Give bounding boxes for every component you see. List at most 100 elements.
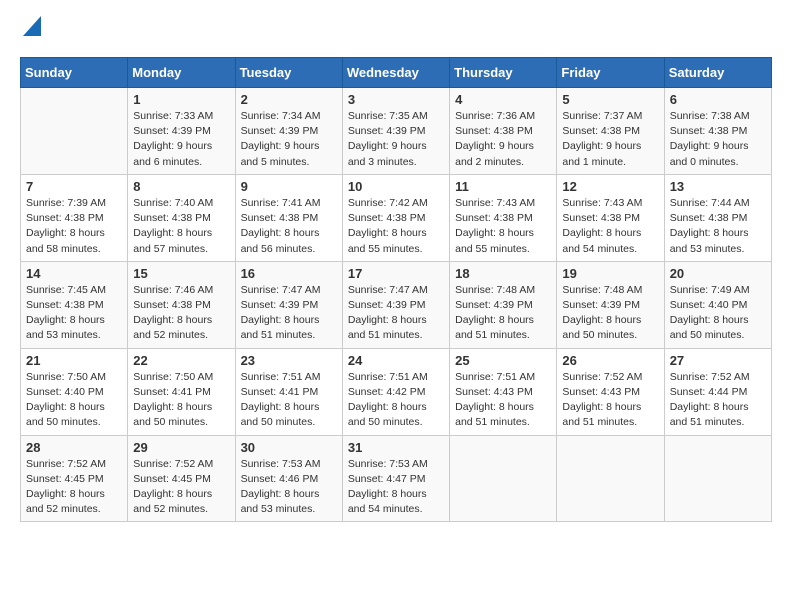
day-number: 26 — [562, 353, 658, 368]
calendar-cell: 24 Sunrise: 7:51 AM Sunset: 4:42 PM Dayli… — [342, 348, 449, 435]
calendar-cell: 23 Sunrise: 7:51 AM Sunset: 4:41 PM Dayli… — [235, 348, 342, 435]
day-number: 2 — [241, 92, 337, 107]
day-info: Sunrise: 7:52 AM Sunset: 4:45 PM Dayligh… — [26, 457, 122, 518]
page-header — [20, 20, 772, 41]
day-info: Sunrise: 7:44 AM Sunset: 4:38 PM Dayligh… — [670, 196, 766, 257]
day-number: 12 — [562, 179, 658, 194]
calendar-cell: 14 Sunrise: 7:45 AM Sunset: 4:38 PM Dayli… — [21, 261, 128, 348]
day-info: Sunrise: 7:41 AM Sunset: 4:38 PM Dayligh… — [241, 196, 337, 257]
day-number: 11 — [455, 179, 551, 194]
calendar-cell: 20 Sunrise: 7:49 AM Sunset: 4:40 PM Dayli… — [664, 261, 771, 348]
day-number: 20 — [670, 266, 766, 281]
calendar-cell: 1 Sunrise: 7:33 AM Sunset: 4:39 PM Daylig… — [128, 88, 235, 175]
calendar-week-0: 1 Sunrise: 7:33 AM Sunset: 4:39 PM Daylig… — [21, 88, 772, 175]
calendar-header-thursday: Thursday — [450, 58, 557, 88]
calendar-cell: 7 Sunrise: 7:39 AM Sunset: 4:38 PM Daylig… — [21, 174, 128, 261]
calendar-table: SundayMondayTuesdayWednesdayThursdayFrid… — [20, 57, 772, 522]
day-info: Sunrise: 7:50 AM Sunset: 4:40 PM Dayligh… — [26, 370, 122, 431]
calendar-cell: 11 Sunrise: 7:43 AM Sunset: 4:38 PM Dayli… — [450, 174, 557, 261]
day-info: Sunrise: 7:50 AM Sunset: 4:41 PM Dayligh… — [133, 370, 229, 431]
calendar-cell: 29 Sunrise: 7:52 AM Sunset: 4:45 PM Dayli… — [128, 435, 235, 522]
calendar-cell: 30 Sunrise: 7:53 AM Sunset: 4:46 PM Dayli… — [235, 435, 342, 522]
calendar-cell: 26Sunrise: 7:52 AM Sunset: 4:43 PM Dayli… — [557, 348, 664, 435]
day-number: 18 — [455, 266, 551, 281]
day-info: Sunrise: 7:53 AM Sunset: 4:47 PM Dayligh… — [348, 457, 444, 518]
day-number: 21 — [26, 353, 122, 368]
calendar-cell — [664, 435, 771, 522]
day-number: 6 — [670, 92, 766, 107]
calendar-header-sunday: Sunday — [21, 58, 128, 88]
calendar-cell: 4Sunrise: 7:36 AM Sunset: 4:38 PM Daylig… — [450, 88, 557, 175]
calendar-cell: 17Sunrise: 7:47 AM Sunset: 4:39 PM Dayli… — [342, 261, 449, 348]
day-number: 7 — [26, 179, 122, 194]
calendar-week-2: 14 Sunrise: 7:45 AM Sunset: 4:38 PM Dayli… — [21, 261, 772, 348]
calendar-cell: 5 Sunrise: 7:37 AM Sunset: 4:38 PM Daylig… — [557, 88, 664, 175]
calendar-header-friday: Friday — [557, 58, 664, 88]
calendar-cell: 22 Sunrise: 7:50 AM Sunset: 4:41 PM Dayli… — [128, 348, 235, 435]
day-number: 10 — [348, 179, 444, 194]
day-info: Sunrise: 7:40 AM Sunset: 4:38 PM Dayligh… — [133, 196, 229, 257]
day-number: 5 — [562, 92, 658, 107]
day-info: Sunrise: 7:51 AM Sunset: 4:42 PM Dayligh… — [348, 370, 444, 431]
day-number: 28 — [26, 440, 122, 455]
calendar-cell: 19 Sunrise: 7:48 AM Sunset: 4:39 PM Dayli… — [557, 261, 664, 348]
day-info: Sunrise: 7:45 AM Sunset: 4:38 PM Dayligh… — [26, 283, 122, 344]
calendar-cell: 16 Sunrise: 7:47 AM Sunset: 4:39 PM Dayli… — [235, 261, 342, 348]
day-number: 22 — [133, 353, 229, 368]
calendar-cell: 6 Sunrise: 7:38 AM Sunset: 4:38 PM Daylig… — [664, 88, 771, 175]
day-info: Sunrise: 7:48 AM Sunset: 4:39 PM Dayligh… — [562, 283, 658, 344]
day-info: Sunrise: 7:47 AM Sunset: 4:39 PM Dayligh… — [241, 283, 337, 344]
day-number: 27 — [670, 353, 766, 368]
day-info: Sunrise: 7:42 AM Sunset: 4:38 PM Dayligh… — [348, 196, 444, 257]
calendar-cell: 21 Sunrise: 7:50 AM Sunset: 4:40 PM Dayli… — [21, 348, 128, 435]
day-info: Sunrise: 7:37 AM Sunset: 4:38 PM Dayligh… — [562, 109, 658, 170]
day-number: 30 — [241, 440, 337, 455]
calendar-cell: 27Sunrise: 7:52 AM Sunset: 4:44 PM Dayli… — [664, 348, 771, 435]
calendar-cell — [557, 435, 664, 522]
day-number: 13 — [670, 179, 766, 194]
calendar-cell: 8 Sunrise: 7:40 AM Sunset: 4:38 PM Daylig… — [128, 174, 235, 261]
day-number: 14 — [26, 266, 122, 281]
calendar-cell: 31 Sunrise: 7:53 AM Sunset: 4:47 PM Dayli… — [342, 435, 449, 522]
calendar-cell: 25Sunrise: 7:51 AM Sunset: 4:43 PM Dayli… — [450, 348, 557, 435]
calendar-header-monday: Monday — [128, 58, 235, 88]
calendar-week-1: 7 Sunrise: 7:39 AM Sunset: 4:38 PM Daylig… — [21, 174, 772, 261]
calendar-header-saturday: Saturday — [664, 58, 771, 88]
calendar-header-row: SundayMondayTuesdayWednesdayThursdayFrid… — [21, 58, 772, 88]
day-info: Sunrise: 7:46 AM Sunset: 4:38 PM Dayligh… — [133, 283, 229, 344]
day-info: Sunrise: 7:38 AM Sunset: 4:38 PM Dayligh… — [670, 109, 766, 170]
day-info: Sunrise: 7:49 AM Sunset: 4:40 PM Dayligh… — [670, 283, 766, 344]
calendar-cell — [21, 88, 128, 175]
day-info: Sunrise: 7:43 AM Sunset: 4:38 PM Dayligh… — [455, 196, 551, 257]
day-info: Sunrise: 7:51 AM Sunset: 4:41 PM Dayligh… — [241, 370, 337, 431]
day-number: 29 — [133, 440, 229, 455]
day-info: Sunrise: 7:51 AM Sunset: 4:43 PM Dayligh… — [455, 370, 551, 431]
day-info: Sunrise: 7:34 AM Sunset: 4:39 PM Dayligh… — [241, 109, 337, 170]
day-number: 16 — [241, 266, 337, 281]
logo — [20, 20, 41, 41]
day-info: Sunrise: 7:39 AM Sunset: 4:38 PM Dayligh… — [26, 196, 122, 257]
day-number: 3 — [348, 92, 444, 107]
day-number: 31 — [348, 440, 444, 455]
day-number: 24 — [348, 353, 444, 368]
calendar-cell: 3Sunrise: 7:35 AM Sunset: 4:39 PM Daylig… — [342, 88, 449, 175]
calendar-cell — [450, 435, 557, 522]
day-number: 9 — [241, 179, 337, 194]
day-info: Sunrise: 7:52 AM Sunset: 4:45 PM Dayligh… — [133, 457, 229, 518]
day-number: 1 — [133, 92, 229, 107]
day-number: 15 — [133, 266, 229, 281]
day-number: 19 — [562, 266, 658, 281]
day-number: 8 — [133, 179, 229, 194]
day-number: 4 — [455, 92, 551, 107]
day-number: 23 — [241, 353, 337, 368]
day-number: 17 — [348, 266, 444, 281]
calendar-cell: 9 Sunrise: 7:41 AM Sunset: 4:38 PM Daylig… — [235, 174, 342, 261]
calendar-cell: 18 Sunrise: 7:48 AM Sunset: 4:39 PM Dayli… — [450, 261, 557, 348]
calendar-cell: 15 Sunrise: 7:46 AM Sunset: 4:38 PM Dayli… — [128, 261, 235, 348]
calendar-cell: 13 Sunrise: 7:44 AM Sunset: 4:38 PM Dayli… — [664, 174, 771, 261]
day-info: Sunrise: 7:53 AM Sunset: 4:46 PM Dayligh… — [241, 457, 337, 518]
logo-icon — [23, 16, 41, 36]
calendar-week-4: 28 Sunrise: 7:52 AM Sunset: 4:45 PM Dayli… — [21, 435, 772, 522]
day-info: Sunrise: 7:48 AM Sunset: 4:39 PM Dayligh… — [455, 283, 551, 344]
day-info: Sunrise: 7:33 AM Sunset: 4:39 PM Dayligh… — [133, 109, 229, 170]
